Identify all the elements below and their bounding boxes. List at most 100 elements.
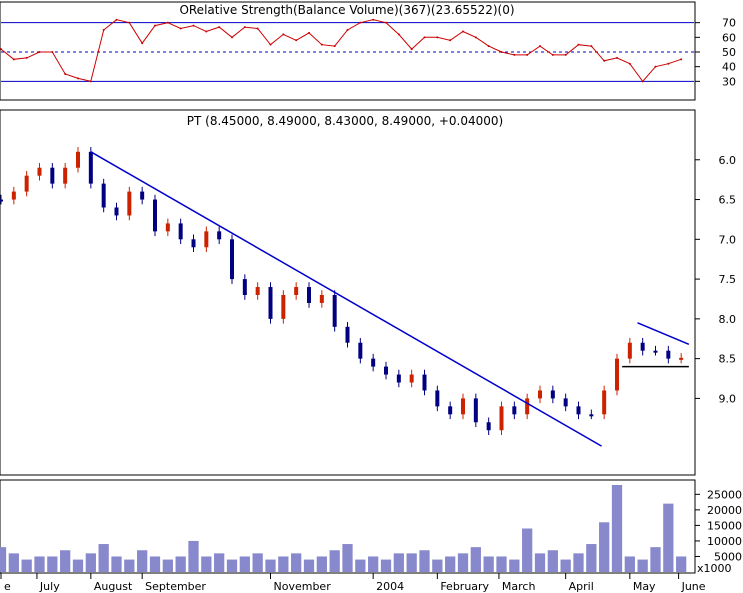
volume-bar — [0, 547, 7, 572]
x-tick-label: November — [274, 580, 332, 593]
price-candle-body — [345, 326, 350, 343]
rsi-point — [141, 42, 144, 45]
volume-bar — [432, 559, 443, 572]
volume-unit-label: x1000 — [697, 562, 732, 575]
rsi-point — [603, 59, 606, 62]
price-candle-body — [37, 167, 42, 176]
volume-bar — [611, 485, 623, 572]
volume-tick-label: 15000 — [707, 519, 742, 532]
price-candle-body — [473, 398, 478, 423]
price-candle-body — [563, 398, 568, 407]
rsi-point — [385, 21, 387, 24]
volume-bar — [560, 559, 571, 572]
price-candle-body — [191, 239, 196, 248]
rsi-point — [243, 26, 246, 29]
indicator-title: ORelative Strength(Balance Volume)(367)(… — [179, 3, 514, 17]
price-candle-body — [294, 287, 299, 295]
rsi-point — [628, 62, 631, 65]
volume-bar — [496, 556, 507, 572]
volume-bar — [624, 556, 635, 572]
price-candle-body — [178, 223, 183, 240]
rsi-point — [89, 80, 92, 83]
price-tick-label: 9.0 — [719, 392, 737, 405]
volume-bar — [380, 559, 392, 572]
price-candle-body — [679, 357, 684, 360]
rsi-point — [320, 43, 323, 46]
x-tick-label: June — [681, 580, 706, 593]
rsi-point — [487, 45, 490, 48]
volume-bar — [676, 556, 687, 572]
rsi-tick-label: 50 — [722, 46, 736, 59]
rsi-point — [205, 30, 208, 33]
price-candle-body — [627, 342, 632, 359]
volume-bar — [291, 553, 302, 572]
volume-bar — [252, 553, 263, 572]
price-candle-body — [602, 390, 607, 415]
volume-bar — [470, 547, 481, 572]
price-candle-body — [384, 366, 388, 375]
volume-bar — [303, 559, 315, 572]
volume-bar — [214, 553, 225, 572]
price-candle-body — [550, 390, 555, 399]
volume-bar — [393, 553, 404, 572]
volume-bar — [342, 544, 353, 572]
rsi-tick-label: 60 — [722, 31, 736, 44]
rsi-point — [295, 39, 298, 42]
price-candle-body — [268, 287, 273, 319]
rsi-point — [346, 29, 349, 31]
volume-bar — [98, 544, 109, 572]
volume-bar — [663, 503, 674, 572]
price-candle-body — [24, 175, 29, 192]
price-candle-body — [165, 223, 170, 232]
volume-bar — [265, 559, 276, 572]
price-tick-label: 6.5 — [719, 194, 737, 207]
price-tick-label: 7.5 — [719, 273, 737, 286]
volume-bar — [72, 559, 84, 572]
rsi-point — [38, 51, 41, 53]
price-candle-body — [396, 374, 401, 383]
volume-bar — [316, 556, 327, 572]
volume-bar — [534, 553, 546, 572]
price-candle-body — [230, 239, 234, 280]
price-candle-body — [88, 151, 93, 184]
rsi-point — [616, 56, 618, 59]
rsi-point — [551, 53, 554, 56]
price-candle-body — [422, 374, 427, 391]
volume-tick-label: 20000 — [707, 504, 742, 517]
volume-bar — [457, 553, 469, 572]
rsi-point — [577, 43, 580, 46]
rsi-point — [500, 51, 503, 53]
rsi-point — [436, 36, 439, 39]
rsi-point — [102, 29, 105, 31]
volume-bar — [21, 559, 32, 572]
volume-bar — [85, 553, 96, 572]
price-candle-body — [242, 279, 247, 295]
rsi-point — [192, 24, 195, 27]
rsi-point — [654, 65, 657, 68]
price-candle-body — [281, 295, 286, 319]
volume-bar — [329, 550, 340, 572]
volume-bar — [188, 540, 199, 572]
price-candle-body — [538, 390, 542, 399]
volume-bar — [124, 559, 135, 572]
price-candle-body — [11, 191, 16, 200]
rsi-tick-label: 40 — [722, 61, 736, 74]
x-tick-label: e — [4, 580, 11, 593]
rsi-point — [397, 33, 400, 36]
volume-bar — [368, 556, 379, 572]
rsi-point — [680, 58, 683, 61]
price-candle-body — [114, 207, 119, 216]
volume-bar — [509, 559, 520, 572]
rsi-point — [77, 77, 79, 80]
rsi-point — [12, 58, 15, 61]
price-candle-body — [653, 350, 658, 353]
rsi-point — [231, 36, 233, 39]
price-title: PT (8.45000, 8.49000, 8.43000, 8.49000, … — [187, 114, 503, 128]
volume-bar — [278, 556, 289, 572]
price-tick-label: 7.0 — [719, 233, 737, 246]
volume-bar — [175, 556, 186, 572]
volume-bar — [599, 522, 610, 572]
rsi-point — [282, 33, 285, 36]
volume-tick-label: 10000 — [707, 535, 742, 548]
volume-bar — [8, 553, 19, 572]
